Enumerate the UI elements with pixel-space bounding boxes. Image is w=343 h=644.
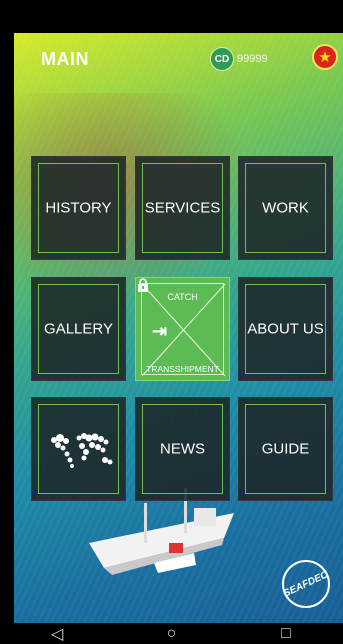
recents-button[interactable]: □ [246,625,326,643]
star-icon: ★ [318,48,332,66]
status-bar [0,0,343,33]
gallery-label: GALLERY [44,320,113,338]
guide-button[interactable]: GUIDE [238,397,333,501]
login-icon: ⇥ [152,321,168,341]
about-us-label: ABOUT US [247,320,324,338]
app-screen: MAIN CD 99999 ★ SEAFDEC HISTORY SERVICES… [14,33,343,623]
history-label: HISTORY [45,199,112,217]
world-map-icon [51,433,113,468]
catch-label: CATCH [167,292,198,302]
work-label: WORK [262,199,309,217]
coin-balance: CD 99999 [210,47,268,71]
gallery-button[interactable]: GALLERY [31,277,126,381]
logo-icon: SEAFDEC [282,560,330,608]
about-us-button[interactable]: ABOUT US [238,277,333,381]
lock-icon [138,278,148,292]
map-button[interactable] [31,397,126,501]
header: MAIN CD 99999 ★ [14,33,343,81]
vietnam-flag-icon[interactable]: ★ [312,44,338,70]
services-label: SERVICES [144,199,221,217]
services-button[interactable]: SERVICES [135,156,230,260]
navigation-bar: ◁ ○ □ [0,623,343,644]
guide-label: GUIDE [261,440,310,458]
home-button[interactable]: ○ [131,625,211,643]
back-button[interactable]: ◁ [17,624,97,644]
transshipment-label: TRANSSHIPMENT [146,364,219,374]
coin-icon: CD [210,47,234,71]
page-title: MAIN [41,49,89,69]
catch-transshipment-button[interactable]: CATCH ⇥ TRANSSHIPMENT [135,277,230,381]
news-label: NEWS [160,440,205,458]
coin-value: 99999 [237,53,268,65]
history-button[interactable]: HISTORY [31,156,126,260]
work-button[interactable]: WORK [238,156,333,260]
news-button[interactable]: NEWS [135,397,230,501]
